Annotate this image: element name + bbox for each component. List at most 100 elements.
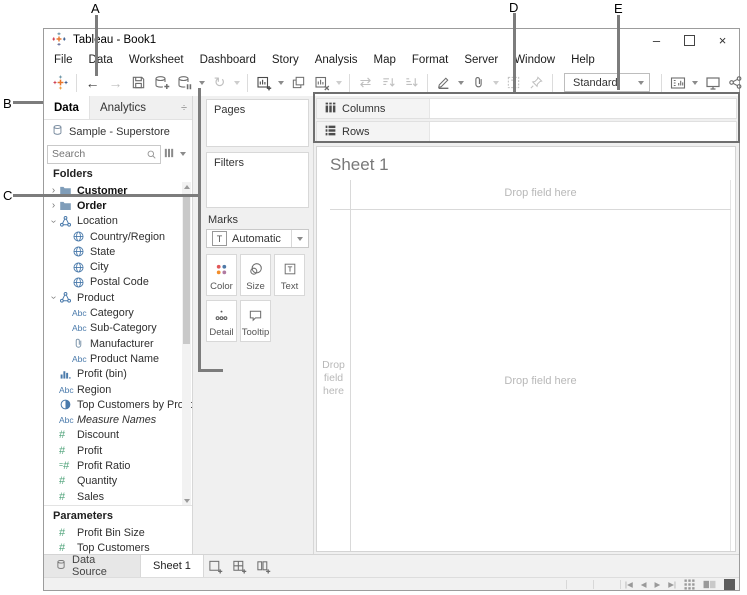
paperclip-caret-icon[interactable] xyxy=(493,81,499,85)
redo-icon[interactable]: → xyxy=(104,72,127,94)
share-icon[interactable] xyxy=(724,72,747,94)
field-row[interactable]: ›Location xyxy=(44,214,192,229)
menu-item-analysis[interactable]: Analysis xyxy=(307,54,366,66)
new-dashboard-tab-icon[interactable] xyxy=(228,555,252,577)
field-row[interactable]: #Discount xyxy=(44,428,192,443)
highlight-pen-icon[interactable] xyxy=(432,72,455,94)
refresh-caret-icon[interactable] xyxy=(234,81,240,85)
duplicate-sheet-icon[interactable] xyxy=(287,72,310,94)
field-row[interactable]: #Profit Bin Size xyxy=(44,525,192,540)
filters-card[interactable]: Filters xyxy=(206,152,309,208)
new-worksheet-caret-icon[interactable] xyxy=(278,81,284,85)
scroll-thumb[interactable] xyxy=(183,194,190,344)
marks-text-button[interactable]: Text xyxy=(274,254,305,296)
menu-item-worksheet[interactable]: Worksheet xyxy=(121,54,192,66)
marks-detail-button[interactable]: Detail xyxy=(206,300,237,342)
expander-icon[interactable]: › xyxy=(48,200,59,211)
drop-zone-left[interactable]: Drop field here xyxy=(317,359,350,398)
new-worksheet-icon[interactable] xyxy=(252,72,275,94)
sort-descending-icon[interactable] xyxy=(400,72,423,94)
mark-type-caret[interactable] xyxy=(291,230,308,247)
pages-card[interactable]: Pages xyxy=(206,99,309,147)
highlight-caret-icon[interactable] xyxy=(458,81,464,85)
field-row[interactable]: ›Order xyxy=(44,198,192,213)
tab-data-source[interactable]: Data Source xyxy=(44,555,141,577)
new-story-tab-icon[interactable] xyxy=(252,555,276,577)
show-filmstrip-icon[interactable] xyxy=(703,579,716,590)
drop-zone-top[interactable]: Drop field here xyxy=(350,187,731,199)
pause-updates-caret-icon[interactable] xyxy=(199,81,205,85)
show-hide-cards-icon[interactable] xyxy=(666,72,689,94)
clear-sheet-icon[interactable] xyxy=(310,72,333,94)
refresh-icon[interactable]: ↻ xyxy=(208,72,231,94)
field-row[interactable]: Top Customers by Profit xyxy=(44,397,192,412)
field-row[interactable]: ›Product xyxy=(44,290,192,305)
save-icon[interactable] xyxy=(127,72,150,94)
field-row[interactable]: City xyxy=(44,259,192,274)
nav-first-icon[interactable]: |◀ xyxy=(625,580,633,589)
pane-control-icon[interactable]: ÷ xyxy=(176,96,192,119)
expander-icon[interactable]: › xyxy=(48,216,59,227)
tableau-home-icon[interactable] xyxy=(49,72,72,94)
marks-tooltip-button[interactable]: Tooltip xyxy=(240,300,271,342)
search-input[interactable] xyxy=(48,148,146,160)
nav-previous-icon[interactable]: ◀ xyxy=(641,580,647,589)
field-row[interactable]: AbcSub-Category xyxy=(44,321,192,336)
field-row[interactable]: #Quantity xyxy=(44,474,192,489)
expander-icon[interactable]: › xyxy=(48,292,59,303)
menu-item-server[interactable]: Server xyxy=(456,54,506,66)
menu-item-help[interactable]: Help xyxy=(563,54,603,66)
nav-last-icon[interactable]: ▶| xyxy=(668,580,676,589)
menu-item-file[interactable]: File xyxy=(46,54,81,66)
show-tabs-icon[interactable] xyxy=(724,579,735,590)
new-worksheet-tab-icon[interactable] xyxy=(204,555,228,577)
presentation-mode-icon[interactable] xyxy=(701,72,724,94)
data-source-connection[interactable]: Sample - Superstore xyxy=(44,120,192,143)
tab-sheet1[interactable]: Sheet 1 xyxy=(141,555,204,577)
field-row[interactable]: Manufacturer xyxy=(44,336,192,351)
search-options-caret-icon[interactable] xyxy=(180,152,186,156)
clear-sheet-caret-icon[interactable] xyxy=(336,81,342,85)
mark-type-dropdown[interactable]: T Automatic xyxy=(206,229,309,248)
field-row[interactable]: #Profit xyxy=(44,443,192,458)
nav-next-icon[interactable]: ▶ xyxy=(655,580,661,589)
minimize-button[interactable]: – xyxy=(640,29,673,51)
sort-ascending-icon[interactable] xyxy=(377,72,400,94)
pause-auto-updates-icon[interactable] xyxy=(173,72,196,94)
tab-analytics[interactable]: Analytics xyxy=(90,96,156,119)
field-row[interactable]: AbcMeasure Names xyxy=(44,412,192,427)
menu-item-story[interactable]: Story xyxy=(264,54,307,66)
field-row[interactable]: #Sales xyxy=(44,489,192,504)
sheet-canvas[interactable]: Sheet 1 Drop field here Drop field here … xyxy=(316,146,736,552)
marks-color-button[interactable]: Color xyxy=(206,254,237,296)
paperclip-icon[interactable] xyxy=(467,72,490,94)
field-row[interactable]: =#Profit Ratio xyxy=(44,458,192,473)
maximize-button[interactable] xyxy=(673,29,706,51)
field-row[interactable]: AbcCategory xyxy=(44,305,192,320)
fields-scrollbar[interactable] xyxy=(182,182,191,506)
fit-selector[interactable]: Standard xyxy=(564,73,650,92)
tab-data[interactable]: Data xyxy=(44,96,90,119)
menu-item-data[interactable]: Data xyxy=(81,54,121,66)
new-data-source-icon[interactable] xyxy=(150,72,173,94)
field-row[interactable]: AbcRegion xyxy=(44,382,192,397)
show-hide-cards-caret-icon[interactable] xyxy=(692,81,698,85)
pin-icon[interactable] xyxy=(525,72,548,94)
show-sheet-sorter-icon[interactable] xyxy=(684,579,695,590)
scroll-up-icon[interactable] xyxy=(184,185,190,189)
view-as-icon[interactable] xyxy=(164,145,174,163)
menu-item-map[interactable]: Map xyxy=(366,54,404,66)
marks-size-button[interactable]: Size xyxy=(240,254,271,296)
menu-item-dashboard[interactable]: Dashboard xyxy=(192,54,264,66)
field-row[interactable]: AbcProduct Name xyxy=(44,351,192,366)
close-button[interactable]: × xyxy=(706,29,739,51)
menu-item-format[interactable]: Format xyxy=(404,54,456,66)
field-row[interactable]: State xyxy=(44,244,192,259)
field-row[interactable]: Country/Region xyxy=(44,229,192,244)
undo-icon[interactable]: ← xyxy=(81,72,104,94)
field-row[interactable]: Postal Code xyxy=(44,275,192,290)
drop-zone-main[interactable]: Drop field here xyxy=(350,375,731,387)
swap-rows-columns-icon[interactable]: ⇄ xyxy=(354,72,377,94)
field-row[interactable]: Profit (bin) xyxy=(44,367,192,382)
scroll-down-icon[interactable] xyxy=(184,499,190,503)
